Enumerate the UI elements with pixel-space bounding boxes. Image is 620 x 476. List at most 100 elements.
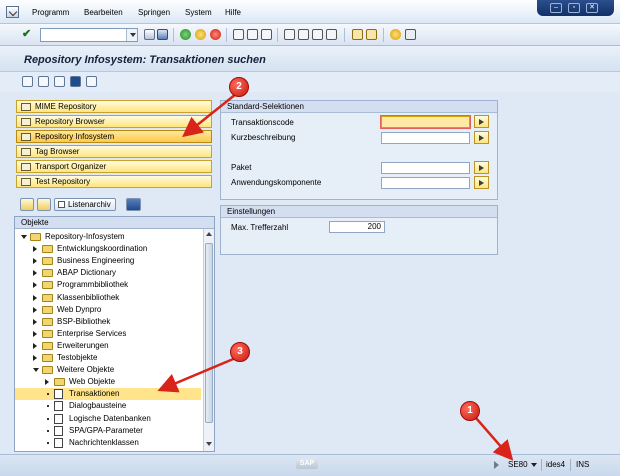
help-icon[interactable] bbox=[390, 29, 401, 40]
transaktionscode-more-button[interactable] bbox=[474, 115, 489, 128]
info-icon[interactable] bbox=[70, 76, 81, 87]
tree-node[interactable]: Repository-Infosystem bbox=[15, 231, 201, 243]
enter-check-icon[interactable]: ✔ bbox=[22, 28, 34, 40]
collapsed-node-icon[interactable] bbox=[45, 379, 49, 386]
tree-node[interactable]: BSP-Bibliothek bbox=[15, 316, 201, 328]
expanded-node-icon[interactable] bbox=[21, 235, 27, 239]
anwendungskomponente-input[interactable] bbox=[381, 177, 470, 189]
back-arrow-icon[interactable] bbox=[144, 29, 155, 40]
collapsed-node-icon[interactable] bbox=[33, 355, 37, 361]
cancel-icon[interactable] bbox=[210, 29, 221, 40]
new-session-icon[interactable] bbox=[352, 29, 363, 40]
paket-input[interactable] bbox=[381, 162, 470, 174]
system-info-dropdown-icon[interactable] bbox=[531, 463, 537, 467]
collapsed-node-icon[interactable] bbox=[33, 258, 37, 265]
collapsed-node-icon[interactable] bbox=[33, 342, 37, 349]
other-object-icon[interactable] bbox=[38, 76, 49, 87]
scroll-up-icon[interactable] bbox=[206, 232, 212, 236]
customize-layout-icon[interactable] bbox=[405, 29, 416, 40]
tree-node[interactable]: Programmbibliothek bbox=[15, 279, 201, 291]
print-icon[interactable] bbox=[233, 29, 244, 40]
expanded-node-icon[interactable] bbox=[33, 368, 39, 373]
collapse-icon[interactable] bbox=[37, 198, 51, 211]
folder-icon bbox=[42, 293, 53, 302]
shortcut-icon[interactable] bbox=[366, 29, 377, 40]
collapsed-node-icon[interactable] bbox=[33, 294, 37, 301]
max-hits-input[interactable]: 200 bbox=[329, 221, 385, 233]
kurzbeschreibung-more-button[interactable] bbox=[474, 131, 489, 144]
collapsed-node-icon[interactable] bbox=[33, 270, 37, 277]
nav-transport-organizer-button[interactable]: Transport Organizer bbox=[16, 160, 212, 173]
tree-node[interactable]: Logische Datenbanken bbox=[15, 413, 201, 425]
nav-mime-repository-button[interactable]: MIME Repository bbox=[16, 100, 212, 113]
next-page-icon[interactable] bbox=[312, 29, 323, 40]
nav-repository-infosystem-button[interactable]: Repository Infosystem bbox=[16, 130, 212, 143]
tree-node[interactable]: Web Dynpro bbox=[15, 304, 201, 316]
collapsed-node-icon[interactable] bbox=[33, 318, 37, 325]
collapsed-node-icon[interactable] bbox=[33, 246, 37, 253]
listenarchiv-button[interactable]: Listenarchiv bbox=[54, 198, 116, 211]
collapsed-node-icon[interactable] bbox=[33, 330, 37, 337]
tree-node[interactable]: Web Objekte bbox=[15, 376, 201, 388]
close-window-button[interactable]: ✕ bbox=[586, 3, 598, 13]
menu-hilfe[interactable]: Hilfe bbox=[225, 8, 241, 17]
tree-node[interactable]: Entwicklungskoordination bbox=[15, 243, 201, 255]
tree-node[interactable]: Testobjekte bbox=[15, 352, 201, 364]
tree-node[interactable]: Klassenbibliothek bbox=[15, 292, 201, 304]
status-bar: SAP SE80 ides4 INS bbox=[0, 454, 620, 476]
paket-more-button[interactable] bbox=[474, 161, 489, 174]
nav-repository-browser-button[interactable]: Repository Browser bbox=[16, 115, 212, 128]
scroll-down-icon[interactable] bbox=[206, 442, 212, 446]
tree-scrollbar[interactable] bbox=[203, 229, 214, 451]
minimize-button[interactable]: – bbox=[550, 3, 562, 13]
collapsed-node-icon[interactable] bbox=[33, 282, 37, 289]
find-icon[interactable] bbox=[247, 29, 258, 40]
sap-menu-icon[interactable] bbox=[6, 6, 19, 18]
folder-icon bbox=[42, 317, 53, 326]
last-page-icon[interactable] bbox=[326, 29, 337, 40]
nav-test-repository-button[interactable]: Test Repository bbox=[16, 175, 212, 188]
close-tree-icon[interactable] bbox=[126, 198, 141, 211]
command-field-dropdown-icon[interactable] bbox=[126, 29, 137, 41]
menu-bearbeiten[interactable]: Bearbeiten bbox=[84, 8, 123, 17]
tree-node[interactable]: Dialogbausteine bbox=[15, 400, 201, 412]
tree-node[interactable]: ABAP Dictionary bbox=[15, 267, 201, 279]
collapsed-node-icon[interactable] bbox=[33, 306, 37, 313]
first-page-icon[interactable] bbox=[284, 29, 295, 40]
tree-node[interactable]: Weitere Objekte bbox=[15, 364, 201, 376]
tree-node[interactable]: SPA/GPA-Parameter bbox=[15, 425, 201, 437]
exit-icon[interactable] bbox=[195, 29, 206, 40]
tree-node[interactable]: Transaktionen bbox=[15, 388, 201, 401]
previous-page-icon[interactable] bbox=[298, 29, 309, 40]
command-field[interactable] bbox=[40, 28, 138, 42]
where-used-icon[interactable] bbox=[54, 76, 65, 87]
tree-node[interactable]: Erweiterungen bbox=[15, 340, 201, 352]
maximize-button[interactable]: ▫ bbox=[568, 3, 580, 13]
menu-bar: Programm Bearbeiten Springen System Hilf… bbox=[0, 0, 620, 24]
tree-node-label: Dialogbausteine bbox=[69, 401, 127, 411]
expand-icon[interactable] bbox=[20, 198, 34, 211]
back-icon[interactable] bbox=[180, 29, 191, 40]
status-expand-icon[interactable] bbox=[494, 461, 499, 469]
menu-programm[interactable]: Programm bbox=[32, 8, 69, 17]
tree-node[interactable]: Business Engineering bbox=[15, 255, 201, 267]
menu-springen[interactable]: Springen bbox=[138, 8, 170, 17]
kurzbeschreibung-input[interactable] bbox=[381, 132, 470, 144]
hierarchy-icon[interactable] bbox=[86, 76, 97, 87]
save-icon[interactable] bbox=[157, 29, 168, 40]
scrollbar-thumb[interactable] bbox=[205, 243, 213, 423]
find-next-icon[interactable] bbox=[261, 29, 272, 40]
document-icon bbox=[54, 389, 63, 400]
tree-node[interactable]: Enterprise Services bbox=[15, 328, 201, 340]
max-hits-label: Max. Trefferzahl bbox=[231, 223, 289, 232]
execute-icon[interactable] bbox=[22, 76, 33, 87]
repository-infosystem-icon bbox=[21, 133, 31, 141]
tree-node[interactable]: Nachrichtenklassen bbox=[15, 437, 201, 449]
transaktionscode-input[interactable] bbox=[380, 115, 471, 129]
listenarchiv-label: Listenarchiv bbox=[68, 200, 111, 209]
menu-system[interactable]: System bbox=[185, 8, 212, 17]
nav-tag-browser-button[interactable]: Tag Browser bbox=[16, 145, 212, 158]
insert-mode: INS bbox=[576, 460, 590, 469]
anwendungskomponente-more-button[interactable] bbox=[474, 176, 489, 189]
window-controls: – ▫ ✕ bbox=[537, 0, 614, 16]
